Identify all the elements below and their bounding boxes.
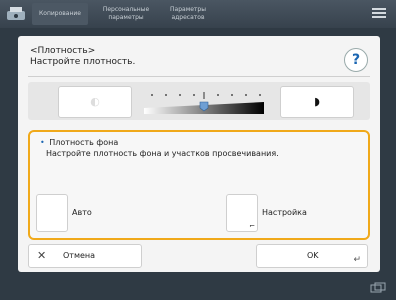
section-title: • Плотность фона [40,138,118,147]
section-description: Настройте плотность фона и участков прос… [46,149,279,158]
tab-personal-line1: Персональные [102,6,150,13]
close-icon: ✕ [37,249,47,262]
top-bar: Копирование Персональные параметры Парам… [0,0,396,28]
menu-icon[interactable] [372,6,386,20]
lighter-button[interactable]: ◐ [58,86,132,118]
density-panel: ◐ ◗ [28,82,370,120]
density-scale[interactable] [140,88,268,116]
submenu-corner-icon: ⌐ [249,222,255,230]
tab-copy[interactable]: Копирование [32,3,88,25]
half-circle-icon: ◐ [90,95,100,108]
auto-label[interactable]: Авто [72,208,92,217]
tab-address-line1: Параметры [170,6,206,13]
ok-button[interactable]: OK ↵ [256,244,368,268]
divider [28,76,370,77]
tab-personal-line2: параметры [108,14,144,21]
setup-label[interactable]: Настройка [262,208,307,217]
density-slider-handle[interactable] [199,92,209,112]
help-icon: ? [351,52,361,68]
dark-half-circle-icon: ◗ [314,95,320,108]
cancel-button[interactable]: ✕ Отмена [28,244,142,268]
scale-ticks [151,94,261,96]
setup-button[interactable]: ⌐ [226,194,258,232]
dialog-title: <Плотность> Настройте плотность. [30,46,135,68]
enter-corner-icon: ↵ [353,255,361,265]
darker-button[interactable]: ◗ [280,86,354,118]
dialog-title-line2: Настройте плотность. [30,57,136,67]
tab-address-line2: адресатов [171,14,205,21]
status-icon[interactable] [370,282,386,294]
density-dialog: <Плотность> Настройте плотность. ? ◐ ◗ •… [18,36,380,272]
copier-logo-icon[interactable] [6,5,26,23]
help-button[interactable]: ? [344,48,368,72]
tab-copy-label: Копирование [39,10,81,17]
bullet-icon: • [40,138,45,147]
dialog-title-line1: <Плотность> [30,46,96,56]
tab-address-settings[interactable]: Параметры адресатов [160,3,216,25]
section-title-text: Плотность фона [49,138,119,147]
auto-button[interactable] [36,194,68,232]
background-density-section: • Плотность фона Настройте плотность фон… [28,130,370,240]
ok-label: OK [307,251,319,260]
cancel-label: Отмена [63,251,96,260]
tab-personal-settings[interactable]: Персональные параметры [96,3,156,25]
